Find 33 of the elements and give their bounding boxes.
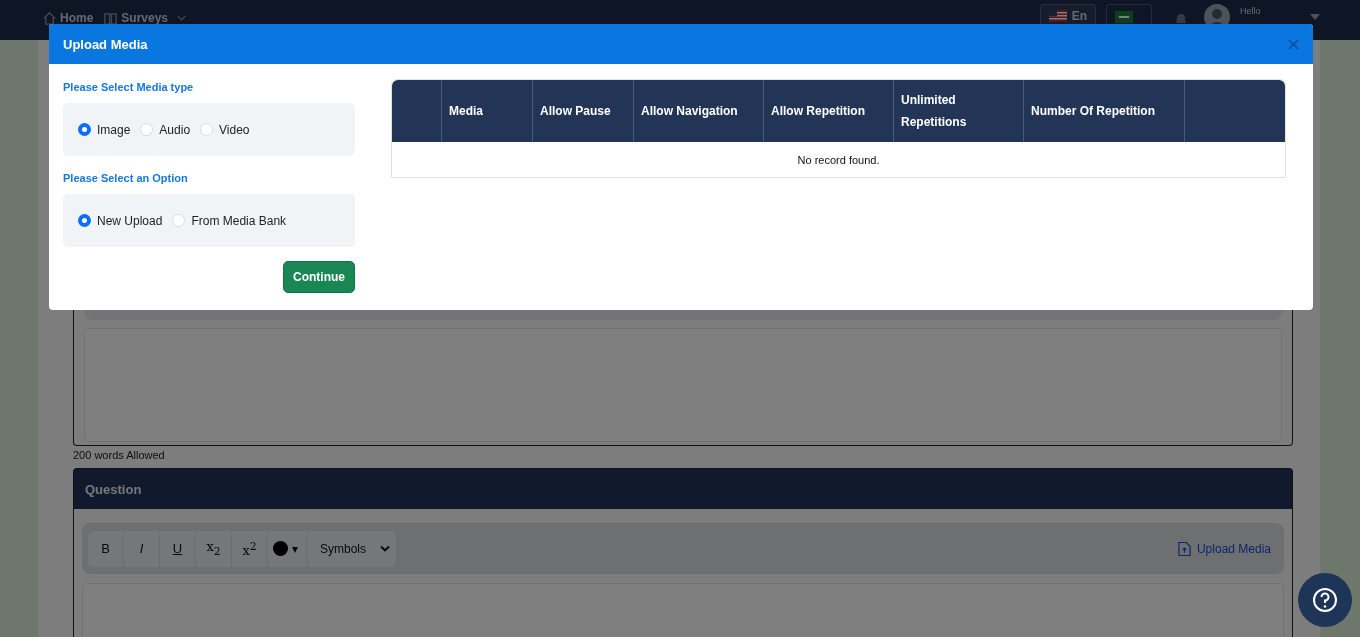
bell-icon[interactable] <box>1174 12 1188 26</box>
chevron-down-icon <box>380 545 390 552</box>
column-header: Media <box>449 103 483 120</box>
radio-option[interactable]: From Media Bank <box>172 213 287 228</box>
column-header: Allow Navigation <box>641 103 738 120</box>
home-icon <box>42 10 57 26</box>
radio-option[interactable]: New Upload <box>78 213 163 228</box>
help-icon <box>1310 585 1340 615</box>
file-upload-icon <box>1177 540 1191 557</box>
radio-option[interactable]: Audio <box>140 122 191 137</box>
continue-button[interactable]: Continue <box>283 261 355 293</box>
dialog-title: Upload Media <box>63 36 148 52</box>
chevron-down-icon <box>177 15 187 21</box>
column-header: Unlimited Repetitions <box>901 92 968 131</box>
word-limit: 200 words Allowed <box>73 448 166 463</box>
empty-message: No record found. <box>797 153 880 166</box>
greeting: Hello <box>1240 6 1262 16</box>
column-header: Allow Repetition <box>771 103 865 120</box>
caret-icon[interactable] <box>1310 14 1320 20</box>
section-label: Please Select an Option <box>63 172 189 186</box>
nav-link[interactable]: Home <box>42 10 94 26</box>
help-button[interactable] <box>1298 573 1352 627</box>
flag-icon <box>1048 10 1067 22</box>
book-icon <box>103 10 119 26</box>
upload-media-link[interactable]: Upload Media <box>1177 540 1271 557</box>
card-title: Question <box>85 481 142 497</box>
radio-option[interactable]: Video <box>200 122 250 137</box>
column-header: Allow Pause <box>540 103 611 120</box>
nav-link[interactable]: Surveys <box>103 10 187 26</box>
radio-option[interactable]: Image <box>78 122 131 137</box>
section-label: Please Select Media type <box>63 81 195 95</box>
flag-icon <box>1115 11 1133 23</box>
column-header: Number Of Repetition <box>1031 103 1155 120</box>
